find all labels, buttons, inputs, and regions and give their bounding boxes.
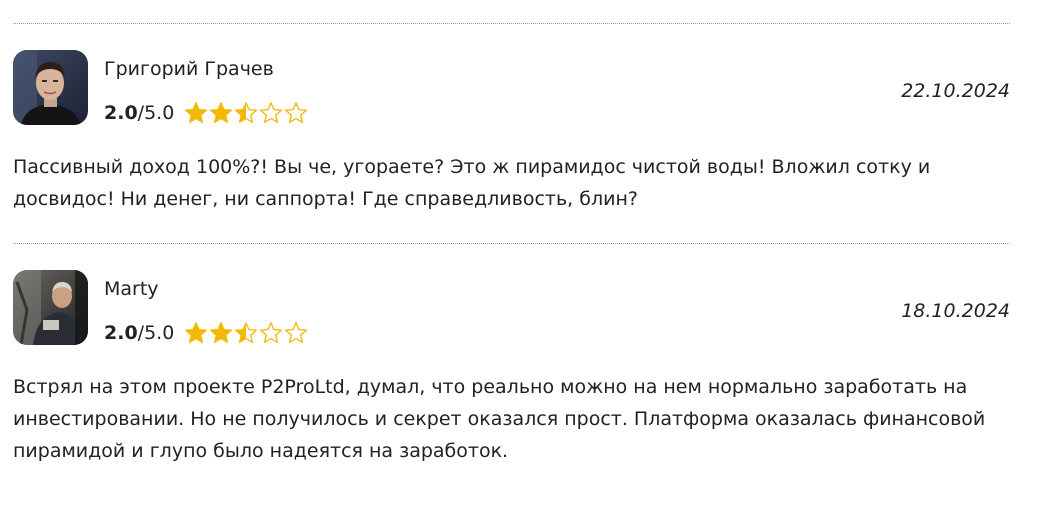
star-empty-icon <box>285 102 308 123</box>
review-author: Marty <box>104 278 159 300</box>
rating-score: 2.0/5.0 <box>104 322 174 344</box>
rating-value: 2.0 <box>104 322 138 344</box>
review-date: 22.10.2024 <box>901 80 1010 102</box>
star-half-icon <box>235 102 258 123</box>
review-text: Встрял на этом проекте P2ProLtd, думал, … <box>13 376 986 462</box>
star-filled-icon <box>210 102 233 123</box>
user-avatar <box>13 50 88 125</box>
rating-stars <box>184 321 309 345</box>
star-filled-icon <box>210 322 233 343</box>
star-empty-icon <box>260 102 283 123</box>
star-empty-icon <box>260 322 283 343</box>
review-author: Григорий Грачев <box>104 58 274 80</box>
star-empty-icon <box>285 322 308 343</box>
star-filled-icon <box>185 102 208 123</box>
review-divider <box>13 23 1010 24</box>
avatar-photo-icon <box>13 270 88 345</box>
star-filled-icon <box>185 322 208 343</box>
review-item: Marty 2.0/5.0 18.10.2024 Встрял на этом … <box>13 270 1010 470</box>
review-divider <box>13 243 1010 244</box>
star-half-icon <box>235 322 258 343</box>
review-rating: 2.0/5.0 <box>104 99 309 127</box>
review-text: Пассивный доход 100%?! Вы че, угораете? … <box>13 156 931 210</box>
user-avatar <box>13 270 88 345</box>
review-date: 18.10.2024 <box>901 300 1010 322</box>
review-item: Григорий Грачев 2.0/5.0 22.10.2024 Пасси… <box>13 50 1010 220</box>
rating-score: 2.0/5.0 <box>104 102 174 124</box>
rating-stars <box>184 101 309 125</box>
avatar-photo-icon <box>13 50 88 125</box>
rating-value: 2.0 <box>104 102 138 124</box>
rating-max: /5.0 <box>137 322 175 344</box>
review-rating: 2.0/5.0 <box>104 319 309 347</box>
rating-max: /5.0 <box>137 102 175 124</box>
